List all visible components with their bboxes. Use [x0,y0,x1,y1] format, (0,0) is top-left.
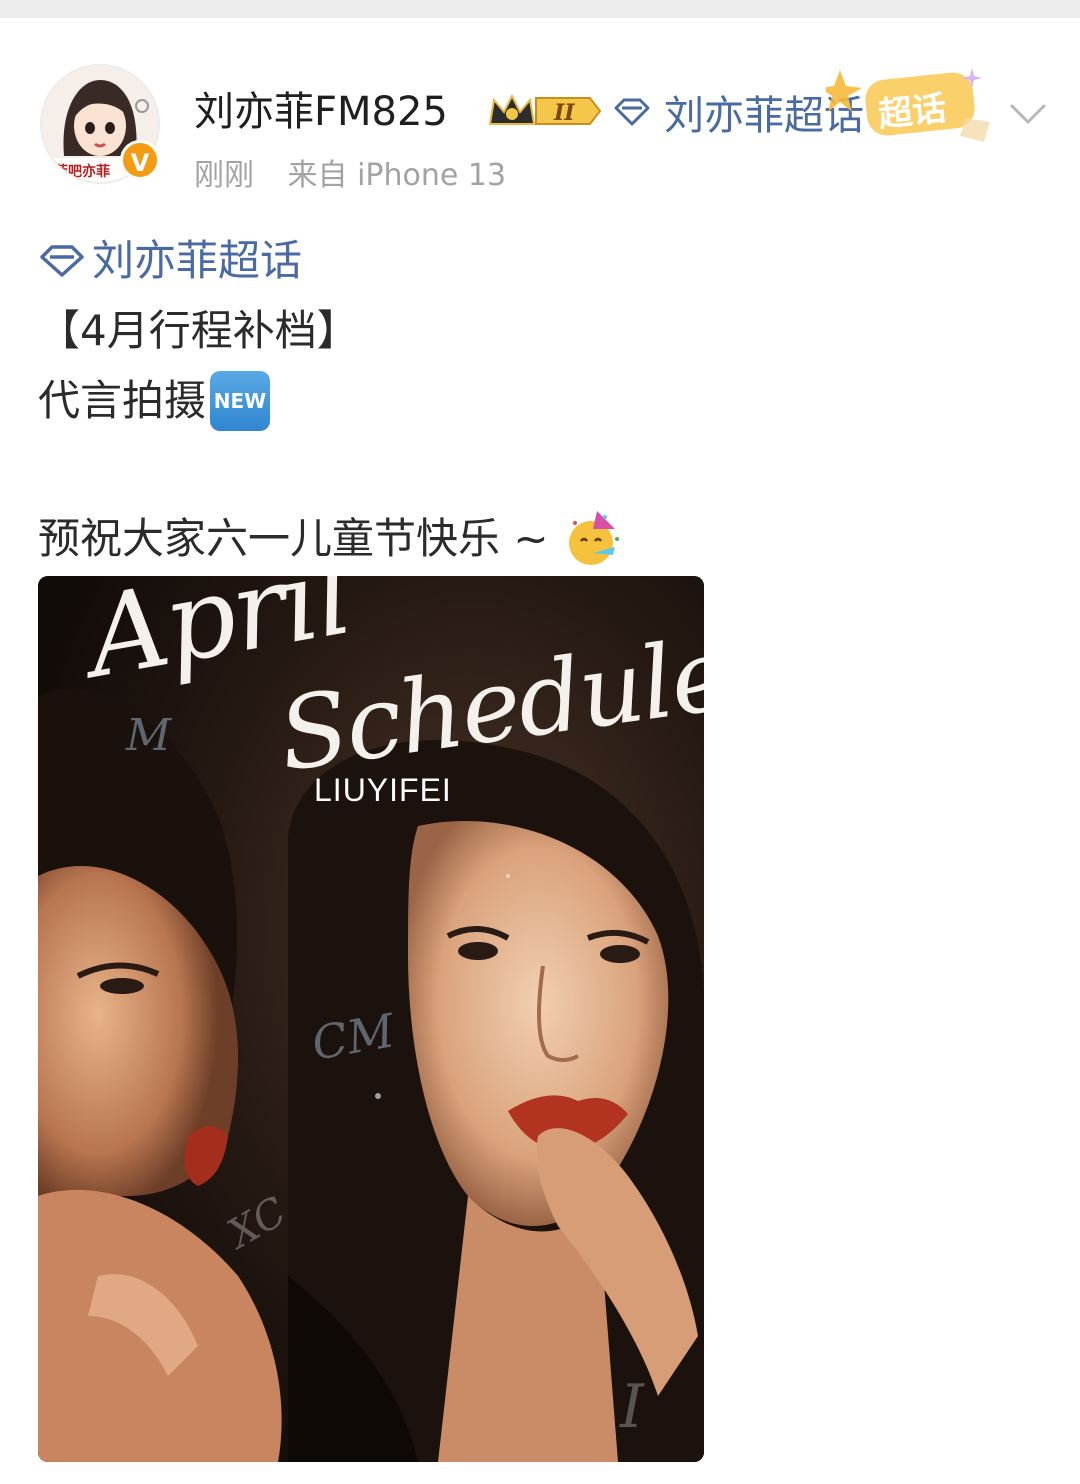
poster-name: LIUYIFEI [314,772,452,808]
supertopic-sticker-label: 超话 [876,88,949,136]
diamond-icon [614,98,650,126]
post-line-endorsement: 代言拍摄 NEW [38,366,1038,436]
post-meta: 刚刚 来自 iPhone 13 [194,154,530,198]
top-strip [0,0,1080,18]
post-line-endorsement-text: 代言拍摄 [38,376,207,425]
post-image[interactable]: April Schedule LIUYIFEI M CM XC I [38,576,704,1462]
party-face-emoji-icon [568,511,619,565]
poster-mark-i: I [620,1372,644,1442]
post-line-greeting: 预祝大家六一儿童节快乐 ~ [38,504,1038,574]
post-time: 刚刚 [194,158,254,193]
post-body: 刘亦菲超话 【4月行程补档】 代言拍摄 NEW 预祝大家六一儿童节快乐 ~ [38,226,1038,574]
topic-tag-link[interactable]: 刘亦菲超话 [38,226,1038,296]
weibo-post-card: 菲吧亦菲 V 刘亦菲FM825 II 刘亦菲超话 超话 刚刚 来自 iPhone… [0,18,1080,1484]
topic-tag-label: 刘亦菲超话 [92,236,303,285]
verified-badge: V [120,140,160,180]
post-source: 来自 iPhone 13 [287,158,507,193]
poster-mark-m: M [126,710,172,761]
diamond-icon [40,245,84,277]
avatar-label: 菲吧亦菲 [54,163,110,180]
post-line-schedule: 【4月行程补档】 [38,306,359,355]
new-emoji-icon: NEW [210,371,271,431]
chevron-down-icon[interactable] [1004,90,1052,138]
post-line-greeting-text: 预祝大家六一儿童节快乐 ~ [38,514,549,563]
author-name[interactable]: 刘亦菲FM825 [194,84,448,140]
rank-badge-text: II [553,100,575,126]
crown-icon: II [488,93,602,126]
